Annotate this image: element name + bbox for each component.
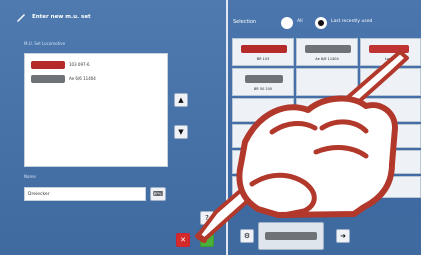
hand-icon	[236, 95, 398, 218]
hand-with-pen-illustration	[195, 50, 409, 243]
